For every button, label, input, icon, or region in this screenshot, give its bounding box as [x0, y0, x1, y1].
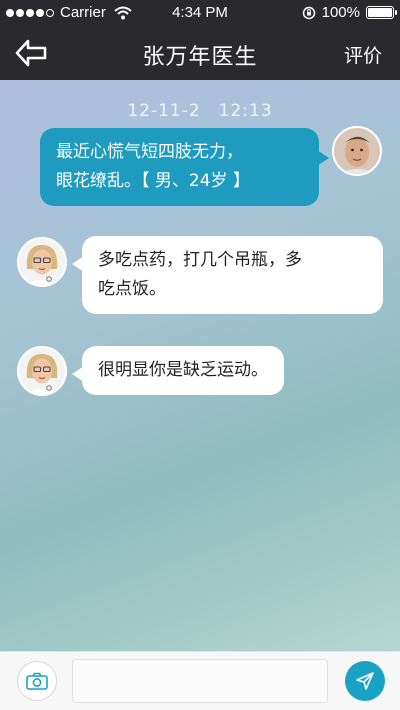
page-title: 张万年医生	[142, 45, 258, 70]
rate-button[interactable]: 评价	[344, 41, 382, 68]
status-right: 100%	[302, 4, 397, 21]
patient-message-bubble[interactable]: 最近心慌气短四肢无力， 眼花缭乱。【 男、24岁 】	[40, 128, 329, 206]
doctor-message-bubble[interactable]: 很明显你是缺乏运动。	[72, 346, 284, 395]
message-text: 很明显你是缺乏运动。	[98, 360, 268, 380]
camera-icon	[26, 672, 48, 690]
nav-bar: 张万年医生 评价	[0, 26, 400, 80]
rotation-lock-icon	[302, 6, 315, 19]
battery-percent: 100%	[321, 4, 360, 21]
doctor-avatar[interactable]	[17, 237, 67, 287]
battery-icon	[366, 6, 397, 19]
status-bar: Carrier 4:34 PM 100%	[0, 0, 400, 26]
patient-avatar[interactable]	[332, 126, 382, 176]
chat-area[interactable]: 12-11-2 12:13 最近心慌气短四肢无力， 眼花缭乱。【 男、24岁 】	[0, 80, 400, 651]
message-text: 多吃点药，打几个吊瓶，多 吃点饭。	[98, 250, 302, 299]
camera-button[interactable]	[17, 661, 57, 701]
message-input[interactable]	[72, 659, 328, 703]
input-bar	[0, 651, 400, 710]
message-text: 最近心慌气短四肢无力， 眼花缭乱。【 男、24岁 】	[56, 142, 250, 191]
doctor-avatar[interactable]	[17, 346, 67, 396]
doctor-message-bubble[interactable]: 多吃点药，打几个吊瓶，多 吃点饭。	[72, 236, 383, 314]
send-button[interactable]	[345, 661, 385, 701]
send-icon	[356, 672, 374, 690]
message-timestamp: 12-11-2 12:13	[127, 101, 273, 121]
